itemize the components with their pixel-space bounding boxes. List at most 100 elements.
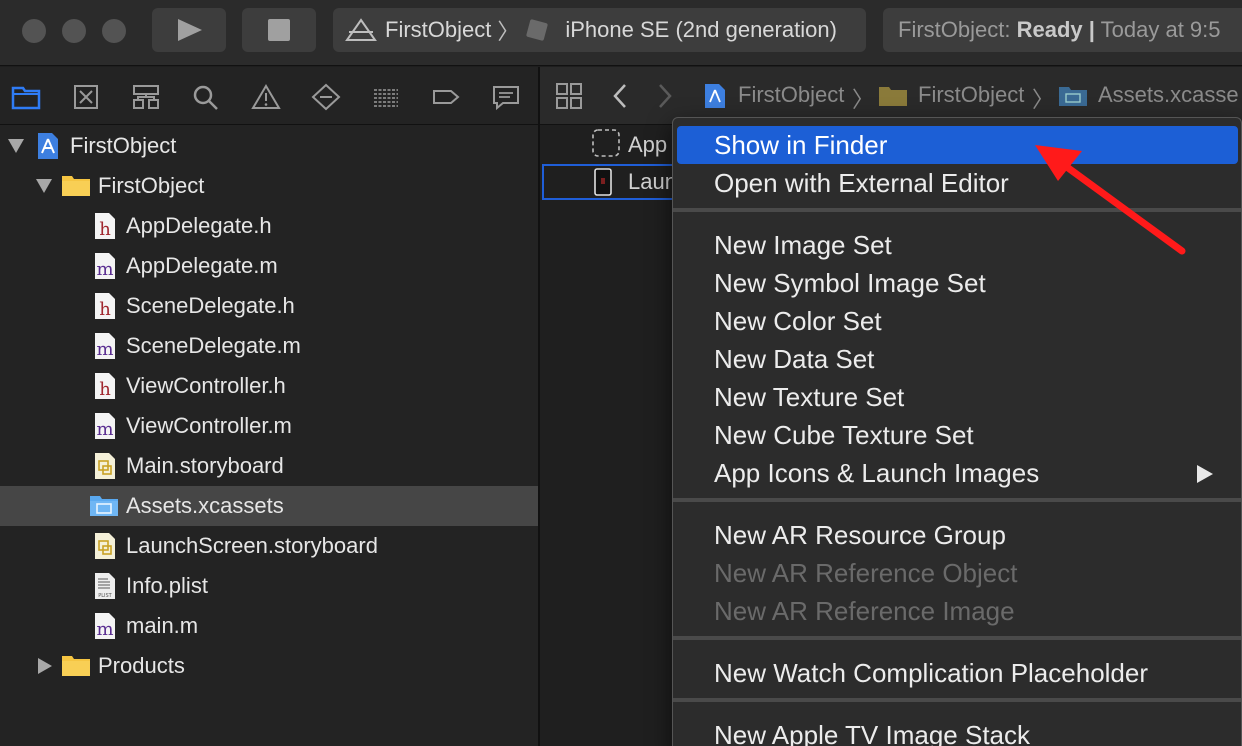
status-project: FirstObject: bbox=[898, 17, 1011, 42]
chevron-right-icon: 〉 bbox=[1032, 87, 1055, 112]
menu-item-new-apple-tv-image-stack[interactable]: New Apple TV Image Stack bbox=[673, 716, 1239, 746]
menu-separator bbox=[673, 208, 1241, 212]
implementation-file-icon: m bbox=[93, 411, 117, 441]
app-icon-set-icon bbox=[592, 129, 620, 163]
plist-file-icon: PLIST bbox=[93, 571, 117, 601]
menu-item-new-ar-resource-group[interactable]: New AR Resource Group bbox=[673, 516, 1239, 554]
tree-row-file[interactable]: m ViewController.m bbox=[0, 406, 538, 446]
tree-label: Assets.xcassets bbox=[126, 493, 284, 518]
breadcrumb-group[interactable]: FirstObject bbox=[918, 82, 1024, 108]
stop-button[interactable] bbox=[242, 8, 316, 52]
tree-row-file[interactable]: m main.m bbox=[0, 606, 538, 646]
folder-icon bbox=[878, 85, 908, 113]
menu-item-new-image-set[interactable]: New Image Set bbox=[673, 226, 1239, 264]
stop-icon bbox=[268, 19, 290, 41]
iphone-device-icon bbox=[525, 18, 557, 42]
menu-item-new-texture-set[interactable]: New Texture Set bbox=[673, 378, 1239, 416]
disclosure-right-icon[interactable] bbox=[38, 658, 52, 674]
breadcrumb-project[interactable]: FirstObject bbox=[738, 82, 844, 108]
tree-label: FirstObject bbox=[98, 173, 205, 198]
tree-row-file[interactable]: PLIST Info.plist bbox=[0, 566, 538, 606]
search-icon[interactable] bbox=[191, 83, 221, 111]
tree-row-file[interactable]: m SceneDelegate.m bbox=[0, 326, 538, 366]
zoom-window-button[interactable] bbox=[102, 19, 126, 43]
chevron-right-icon: 〉 bbox=[852, 87, 875, 112]
storyboard-file-icon bbox=[93, 451, 117, 481]
menu-item-label: App Icons & Launch Images bbox=[714, 458, 1040, 488]
header-file-glyph: h bbox=[99, 299, 111, 320]
header-file-glyph: h bbox=[99, 219, 111, 240]
back-chevron-icon[interactable] bbox=[610, 82, 630, 116]
header-file-glyph: h bbox=[99, 379, 111, 400]
tree-row-file[interactable]: h AppDelegate.h bbox=[0, 206, 538, 246]
tree-row-file[interactable]: LaunchScreen.storyboard bbox=[0, 526, 538, 566]
project-navigator: FirstObject FirstObject h AppDelegate.h … bbox=[0, 67, 538, 746]
warning-icon[interactable] bbox=[251, 83, 281, 111]
asset-catalog-icon bbox=[89, 493, 119, 517]
folder-icon bbox=[61, 653, 91, 677]
status-separator: | bbox=[1088, 17, 1095, 42]
asset-catalog-icon bbox=[1058, 85, 1088, 113]
tree-label: ViewController.h bbox=[126, 373, 286, 398]
minimize-window-button[interactable] bbox=[62, 19, 86, 43]
tree-row-group[interactable]: Products bbox=[0, 646, 538, 686]
menu-item-show-in-finder[interactable]: Show in Finder bbox=[677, 126, 1238, 164]
implementation-file-glyph: m bbox=[96, 259, 113, 280]
report-navigator-icon[interactable] bbox=[491, 83, 521, 111]
close-window-button[interactable] bbox=[22, 19, 46, 43]
breadcrumb-assets[interactable]: Assets.xcasse bbox=[1098, 82, 1239, 108]
menu-item-new-data-set[interactable]: New Data Set bbox=[673, 340, 1239, 378]
tree-row-file[interactable]: h ViewController.h bbox=[0, 366, 538, 406]
header-file-icon: h bbox=[93, 211, 117, 241]
menu-item-open-external-editor[interactable]: Open with External Editor bbox=[673, 164, 1239, 202]
menu-item-app-icons-launch-images[interactable]: App Icons & Launch Images bbox=[673, 454, 1239, 492]
context-menu: Show in Finder Open with External Editor… bbox=[672, 117, 1242, 746]
asset-label: Laun bbox=[628, 169, 677, 194]
tree-row-file-selected[interactable]: Assets.xcassets bbox=[0, 486, 538, 526]
tree-label: Main.storyboard bbox=[126, 453, 284, 478]
launch-image-icon bbox=[593, 168, 613, 202]
storyboard-file-icon bbox=[93, 531, 117, 561]
symbol-navigator-icon[interactable] bbox=[131, 83, 161, 111]
menu-separator bbox=[673, 498, 1241, 502]
status-state: Ready bbox=[1016, 17, 1083, 42]
folder-icon bbox=[61, 173, 91, 197]
scheme-selector[interactable]: FirstObject 〉 iPhone SE (2nd generation) bbox=[333, 8, 866, 52]
tree-row-file[interactable]: Main.storyboard bbox=[0, 446, 538, 486]
related-items-icon[interactable] bbox=[555, 82, 583, 116]
toolbar: FirstObject 〉 iPhone SE (2nd generation)… bbox=[0, 0, 1242, 66]
implementation-file-glyph: m bbox=[96, 339, 113, 360]
implementation-file-glyph: m bbox=[96, 419, 113, 440]
plist-file-glyph: PLIST bbox=[98, 593, 112, 599]
menu-item-new-symbol-image-set[interactable]: New Symbol Image Set bbox=[673, 264, 1239, 302]
scheme-device-label[interactable]: iPhone SE (2nd generation) bbox=[565, 17, 837, 43]
scheme-project-label[interactable]: FirstObject bbox=[385, 17, 491, 43]
test-navigator-icon[interactable] bbox=[311, 83, 341, 111]
folder-navigator-icon[interactable] bbox=[11, 83, 41, 111]
disclosure-down-icon[interactable] bbox=[36, 179, 52, 193]
play-icon bbox=[178, 19, 202, 41]
menu-separator bbox=[673, 698, 1241, 702]
run-button[interactable] bbox=[152, 8, 226, 52]
source-control-navigator-icon[interactable] bbox=[71, 83, 101, 111]
debug-navigator-icon[interactable] bbox=[371, 83, 401, 111]
tree-label: Info.plist bbox=[126, 573, 208, 598]
menu-item-new-color-set[interactable]: New Color Set bbox=[673, 302, 1239, 340]
activity-status: FirstObject: Ready | Today at 9:5 bbox=[883, 8, 1242, 52]
forward-chevron-icon[interactable] bbox=[655, 82, 675, 116]
menu-item-new-cube-texture-set[interactable]: New Cube Texture Set bbox=[673, 416, 1239, 454]
tree-label: SceneDelegate.h bbox=[126, 293, 295, 318]
menu-item-new-watch-complication[interactable]: New Watch Complication Placeholder bbox=[673, 654, 1239, 692]
tree-label: Products bbox=[98, 653, 185, 678]
tree-row-group[interactable]: FirstObject bbox=[0, 166, 538, 206]
tree-row-project[interactable]: FirstObject bbox=[0, 126, 538, 166]
tree-row-file[interactable]: m AppDelegate.m bbox=[0, 246, 538, 286]
tree-label: AppDelegate.h bbox=[126, 213, 272, 238]
app-target-icon bbox=[345, 18, 377, 42]
disclosure-down-icon[interactable] bbox=[8, 139, 24, 153]
breakpoint-navigator-icon[interactable] bbox=[431, 83, 461, 111]
tree-row-file[interactable]: h SceneDelegate.h bbox=[0, 286, 538, 326]
tree-label: LaunchScreen.storyboard bbox=[126, 533, 378, 558]
xcode-project-icon bbox=[36, 131, 60, 161]
menu-separator bbox=[673, 636, 1241, 640]
